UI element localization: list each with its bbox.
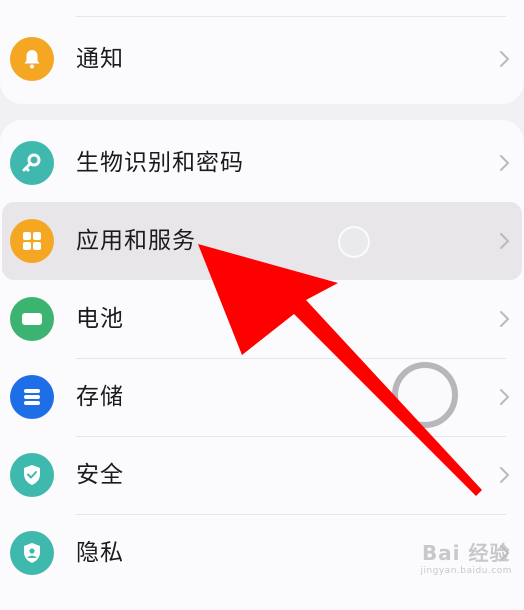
settings-item-label: 安全 (76, 462, 124, 488)
chevron-right-icon (500, 51, 509, 67)
shield-icon (10, 453, 54, 497)
settings-item-battery[interactable]: 电池 (0, 280, 524, 358)
battery-icon (10, 297, 54, 341)
privacy-icon (10, 531, 54, 575)
touch-indicator (338, 226, 370, 258)
watermark-url: jingyan.baidu.com (420, 566, 512, 576)
chevron-right-icon (500, 389, 509, 405)
watermark-logo: Bai 经验 (421, 541, 511, 565)
key-icon (10, 141, 54, 185)
settings-item-label: 存储 (76, 384, 124, 410)
touch-indicator (392, 362, 458, 428)
storage-icon (10, 375, 54, 419)
settings-item-label: 通知 (76, 46, 124, 72)
settings-item-label: 隐私 (76, 540, 124, 566)
chevron-right-icon (500, 233, 509, 249)
settings-item-security[interactable]: 安全 (0, 436, 524, 514)
settings-item-storage[interactable]: 存储 (0, 358, 524, 436)
chevron-right-icon (500, 467, 509, 483)
apps-grid-icon (10, 219, 54, 263)
settings-item-label: 生物识别和密码 (76, 150, 244, 176)
settings-item-biometrics[interactable]: 生物识别和密码 (0, 124, 524, 202)
settings-item-label: 电池 (76, 306, 124, 332)
settings-item-label: 应用和服务 (76, 228, 196, 254)
settings-group-top: 通知 (0, 0, 524, 104)
chevron-right-icon (500, 155, 509, 171)
settings-item-apps[interactable]: 应用和服务 (2, 202, 522, 280)
settings-item-notifications[interactable]: 通知 (0, 20, 524, 98)
divider (76, 16, 506, 17)
chevron-right-icon (500, 311, 509, 327)
watermark: Bai 经验 jingyan.baidu.com (420, 537, 512, 576)
bell-icon (10, 37, 54, 81)
